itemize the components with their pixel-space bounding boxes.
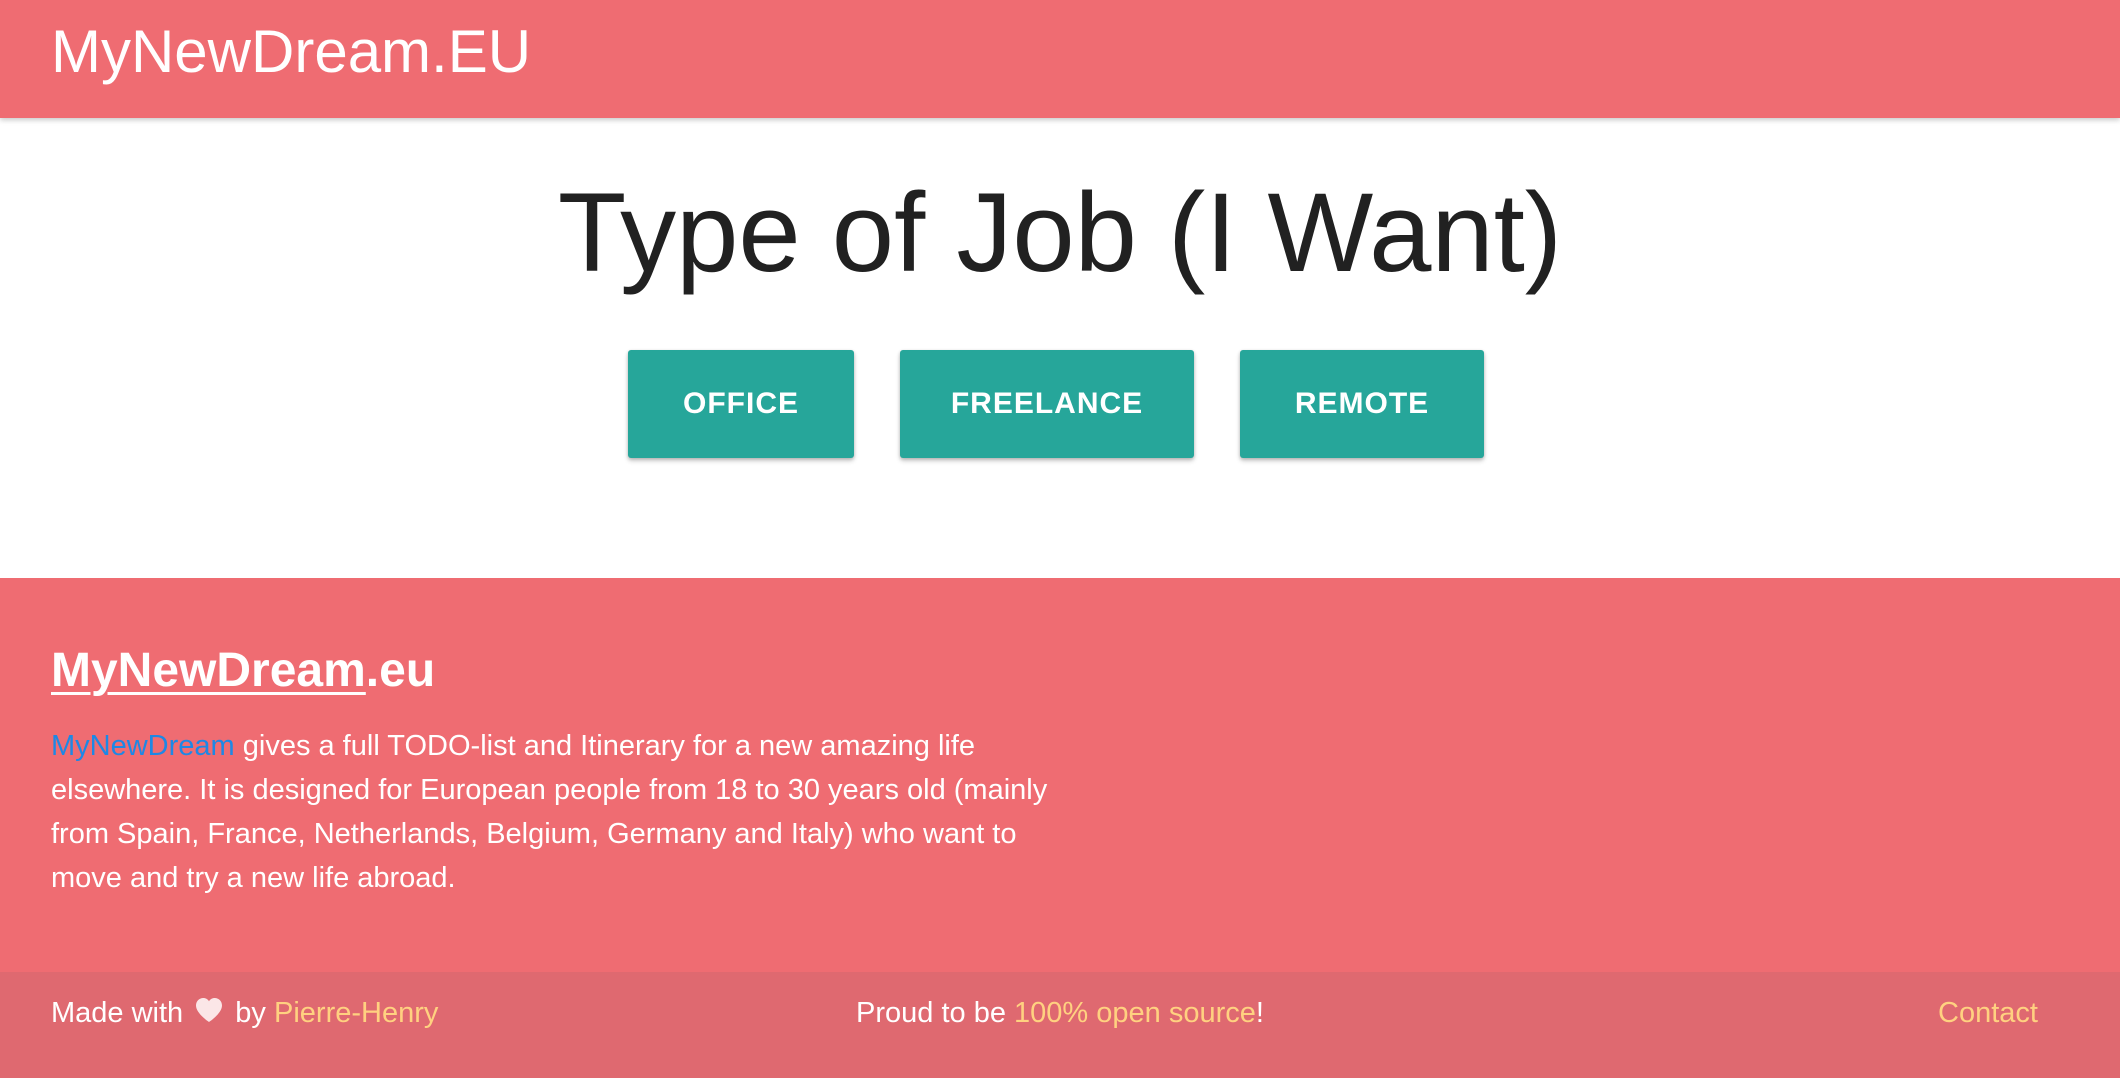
office-button[interactable]: OFFICE [628,350,854,458]
open-source-suffix: ! [1255,997,1264,1029]
page-title: Type of Job (I Want) [557,170,1563,295]
contact-link[interactable]: Contact [1938,972,2038,1054]
brand-logo[interactable]: MyNewDream.EU [51,16,531,88]
footer-description-link[interactable]: MyNewDream [51,730,235,762]
open-source-prefix: Proud to be [856,997,1015,1029]
freelance-button[interactable]: FREELANCE [900,350,1194,458]
copyright-bar: Proud to be 100% open source! Made with … [0,972,2120,1078]
page-footer: MyNewDream.eu MyNewDream gives a full TO… [0,578,2120,1078]
main-content: Type of Job (I Want) OFFICE FREELANCE RE… [0,118,2120,578]
author-link[interactable]: Pierre-Henry [274,997,438,1029]
made-with-label: Made with [51,997,184,1029]
open-source-link[interactable]: 100% open source [1014,997,1256,1029]
remote-button[interactable]: REMOTE [1240,350,1484,458]
footer-heading-suffix: .eu [365,644,436,697]
footer-description: MyNewDream gives a full TODO-list and It… [51,724,1051,900]
by-label: by [235,997,266,1029]
heart-icon [195,973,223,1055]
made-with-note: Made with by Pierre-Henry [51,972,438,1055]
footer-heading-link[interactable]: MyNewDream [51,644,366,697]
top-navbar: MyNewDream.EU [0,0,2120,118]
footer-heading: MyNewDream.eu [51,642,435,700]
